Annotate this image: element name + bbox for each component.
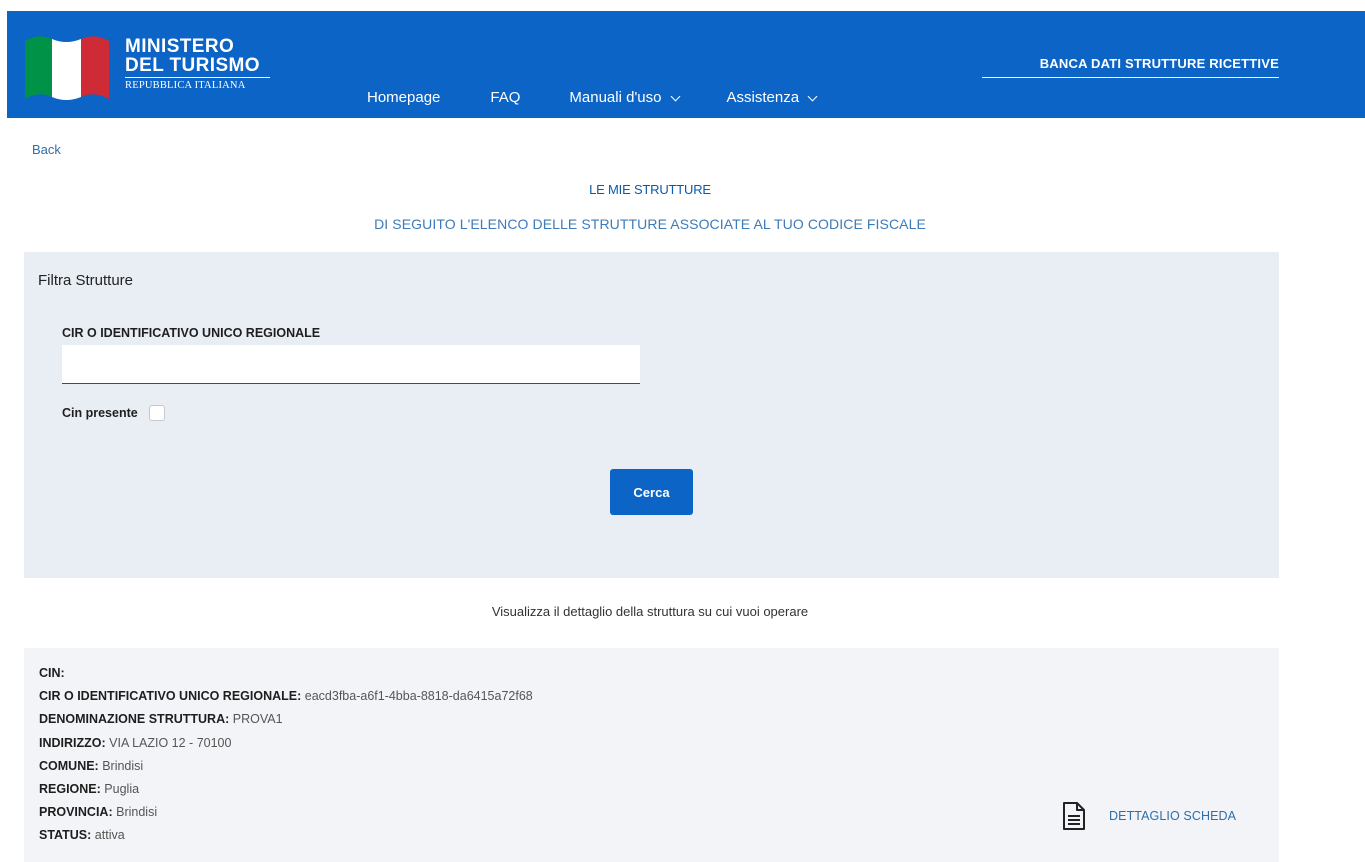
cir-field-label: CIR O IDENTIFICATIVO UNICO REGIONALE: [62, 326, 321, 340]
chevron-down-icon: [670, 91, 680, 101]
filter-panel: Filtra Strutture CIR O IDENTIFICATIVO UN…: [24, 252, 1279, 578]
cir-row: CIR O IDENTIFICATIVO UNICO REGIONALE: ea…: [39, 689, 533, 703]
cir-label: CIR O IDENTIFICATIVO UNICO REGIONALE:: [39, 689, 302, 703]
provincia-label: PROVINCIA:: [39, 805, 113, 819]
header-bar: MINISTERO DEL TURISMO REPUBBLICA ITALIAN…: [7, 11, 1365, 118]
filter-title: Filtra Strutture: [38, 272, 134, 289]
page-title: LE MIE STRUTTURE: [589, 182, 711, 197]
status-row: STATUS: attiva: [39, 828, 125, 842]
logo-turismo: DEL TURISMO: [125, 55, 260, 76]
provincia-value: Brindisi: [116, 805, 158, 819]
nav-faq[interactable]: FAQ: [490, 89, 520, 106]
comune-row: COMUNE: Brindisi: [39, 759, 143, 773]
comune-value: Brindisi: [102, 759, 144, 773]
logo-ministero: MINISTERO: [125, 36, 235, 57]
cin-row: CIN:: [39, 666, 65, 680]
regione-label: REGIONE:: [39, 782, 101, 796]
search-button[interactable]: Cerca: [610, 469, 693, 515]
nav-manuali-label: Manuali d'uso: [569, 89, 662, 106]
nav-assistenza[interactable]: Assistenza: [726, 89, 818, 106]
regione-value: Puglia: [104, 782, 140, 796]
status-label: STATUS:: [39, 828, 92, 842]
comune-label: COMUNE:: [39, 759, 99, 773]
logo-divider: [125, 77, 270, 78]
cin-label: CIN:: [39, 666, 65, 680]
app-title-underline: [982, 77, 1279, 78]
denominazione-label: DENOMINAZIONE STRUTTURA:: [39, 712, 230, 726]
main-nav: Homepage FAQ Manuali d'uso Assistenza: [367, 89, 818, 106]
dettaglio-scheda-link[interactable]: DETTAGLIO SCHEDA: [1109, 809, 1236, 823]
nav-manuali-uso[interactable]: Manuali d'uso: [569, 89, 680, 106]
nav-homepage-label: Homepage: [367, 89, 441, 106]
document-icon[interactable]: [1062, 801, 1086, 831]
nav-faq-label: FAQ: [490, 89, 521, 106]
select-structure-hint: Visualizza il dettaglio della struttura …: [491, 604, 809, 619]
denominazione-value: PROVA1: [232, 712, 283, 726]
back-link[interactable]: Back: [32, 142, 61, 157]
denominazione-row: DENOMINAZIONE STRUTTURA: PROVA1: [39, 712, 283, 726]
nav-homepage[interactable]: Homepage: [367, 89, 440, 106]
indirizzo-row: INDIRIZZO: VIA LAZIO 12 - 70100: [39, 736, 231, 750]
indirizzo-value: VIA LAZIO 12 - 70100: [109, 736, 232, 750]
cir-input[interactable]: [62, 345, 640, 384]
page-subtitle: DI SEGUITO L'ELENCO DELLE STRUTTURE ASSO…: [374, 216, 926, 232]
cin-presente-label: Cin presente: [62, 406, 138, 420]
nav-assistenza-label: Assistenza: [726, 89, 800, 106]
chevron-down-icon: [807, 91, 818, 101]
status-value: attiva: [94, 828, 125, 842]
structure-card: CIN: CIR O IDENTIFICATIVO UNICO REGIONAL…: [24, 648, 1279, 862]
cin-presente-checkbox[interactable]: [149, 405, 165, 421]
provincia-row: PROVINCIA: Brindisi: [39, 805, 157, 819]
regione-row: REGIONE: Puglia: [39, 782, 139, 796]
indirizzo-label: INDIRIZZO:: [39, 736, 106, 750]
app-title: BANCA DATI STRUTTURE RICETTIVE: [1039, 56, 1279, 71]
italian-flag-logo[interactable]: [23, 27, 110, 103]
cir-value: eacd3fba-a6f1-4bba-8818-da6415a72f68: [304, 689, 533, 703]
logo-repubblica: REPUBBLICA ITALIANA: [125, 80, 246, 91]
